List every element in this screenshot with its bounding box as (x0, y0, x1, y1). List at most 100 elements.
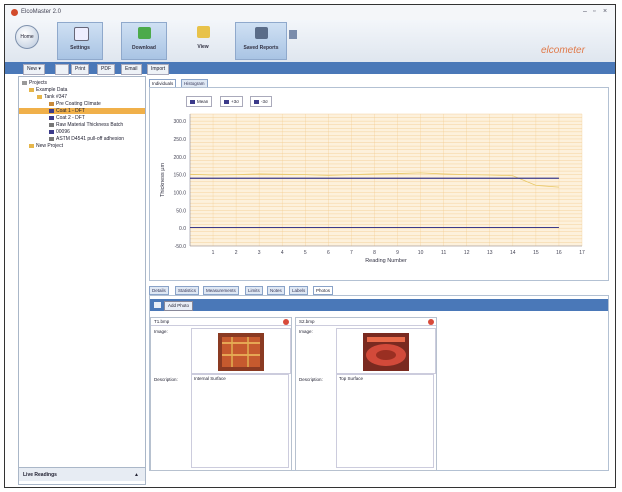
pdf-button[interactable]: PDF (97, 64, 115, 75)
tab-limits[interactable]: Limits (245, 286, 263, 295)
photo-card: S2.bmp Image: Description: Top Surface (295, 317, 437, 471)
settings-label: Settings (70, 45, 90, 51)
photo-toolbar: Add Photo (150, 299, 608, 311)
new-label: New (27, 66, 38, 72)
tab-measurements[interactable]: Measurements (203, 286, 239, 295)
batch-icon (49, 122, 54, 127)
download-label: Download (132, 45, 156, 51)
tree-item-coat1-selected[interactable]: Coat 1 - DFT (19, 108, 145, 114)
print-button[interactable]: Print (71, 64, 90, 75)
photo-filename: T1.bmp (151, 318, 291, 326)
description-field[interactable]: Internal Surface (191, 374, 289, 468)
tree-item-coat2[interactable]: Coat 2 - DFT (49, 115, 85, 121)
tree-item-label: ASTM D4541 pull-off adhesion (56, 136, 125, 142)
batch-icon (49, 108, 54, 113)
photo-image[interactable] (336, 328, 436, 374)
tab-photos[interactable]: Photos (313, 286, 334, 295)
x-tick-label: 5 (304, 250, 307, 256)
extra-icon[interactable] (289, 30, 297, 39)
brand-logo: elcometer (541, 45, 585, 56)
description-field[interactable]: Top Surface (336, 374, 434, 468)
live-readings-bar[interactable]: Live Readings ▲ (19, 467, 145, 481)
batch-icon (49, 115, 54, 120)
x-tick-label: 10 (418, 250, 424, 256)
x-tick-label: 1 (212, 250, 215, 256)
tree-item-new-project[interactable]: New Project (29, 143, 63, 149)
tree-item-00096[interactable]: 00096 (49, 129, 70, 135)
y-tick-label: 0.0 (179, 226, 186, 232)
delete-photo-icon[interactable] (428, 319, 434, 325)
x-tick-label: 12 (464, 250, 470, 256)
x-tick-label: 16 (556, 250, 562, 256)
tank-top-photo (363, 333, 409, 371)
image-label: Image: (299, 329, 313, 334)
email-button[interactable]: Email (121, 64, 142, 75)
y-tick-label: 250.0 (173, 137, 186, 143)
y-tick-label: 100.0 (173, 190, 186, 196)
y-tick-label: 150.0 (173, 173, 186, 179)
add-photo-button[interactable]: Add Photo (164, 301, 194, 311)
view-button[interactable]: View (181, 22, 225, 58)
description-label: Description: (299, 377, 323, 382)
chart-panel: Mean +3σ -3σ 1 2 3 4 5 6 7 8 9 10 11 12 13 14 15 16 17 30… (149, 87, 609, 281)
x-tick-label: 2 (235, 250, 238, 256)
home-button[interactable]: Home (15, 25, 39, 49)
folder-icon (29, 143, 34, 148)
tree-item-label: Coat 1 - DFT (56, 108, 85, 114)
ribbon: Home Settings Download View Saved Report… (5, 20, 615, 63)
open-folder-icon[interactable] (55, 64, 69, 75)
tree-item-pre-coating[interactable]: Pre Coating Climate (49, 101, 101, 107)
x-tick-label: 13 (487, 250, 493, 256)
app-logo-icon (11, 9, 18, 16)
x-tick-label: 9 (396, 250, 399, 256)
chevron-up-icon: ▲ (134, 472, 139, 478)
tree-root[interactable]: Projects (22, 80, 47, 86)
x-axis-label: Reading Number (365, 258, 407, 264)
close-icon[interactable]: × (603, 8, 607, 15)
tree-item-raw-material[interactable]: Raw Material Thickness Batch (49, 122, 123, 128)
new-button[interactable]: New ▾ (23, 64, 45, 75)
collapse-icon (22, 80, 27, 85)
photos-panel: Add Photo T1.bmp Image: Description: Int… (149, 295, 609, 471)
tree-item-tank[interactable]: Tank #347 (37, 94, 67, 100)
tab-statistics[interactable]: Statistics (175, 286, 200, 295)
y-tick-label: 200.0 (173, 155, 186, 161)
description-label: Description: (154, 377, 178, 382)
tree-item-label: Tank #347 (44, 94, 68, 100)
folder-icon (29, 87, 34, 92)
x-tick-label: 15 (533, 250, 539, 256)
download-button[interactable]: Download (121, 22, 167, 60)
tank-interior-photo (218, 333, 264, 371)
saved-reports-icon (255, 27, 268, 39)
tab-notes[interactable]: Notes (267, 286, 285, 295)
app-window: ElcoMaster 2.0 – ▫ × Home Settings Downl… (4, 4, 616, 488)
x-tick-label: 3 (258, 250, 261, 256)
batch-icon (49, 101, 54, 106)
y-tick-label: 50.0 (176, 208, 186, 214)
project-tree-pane: Projects Example Data Tank #347 Pre Coat… (18, 76, 146, 485)
settings-icon (74, 27, 89, 41)
saved-reports-button[interactable]: Saved Reports (235, 22, 287, 60)
view-icon (197, 26, 210, 38)
toolbar: New ▾ Print PDF Email Import (5, 62, 615, 75)
delete-photo-icon[interactable] (283, 319, 289, 325)
tree-item-label: 00096 (56, 129, 70, 135)
tab-details[interactable]: Details (149, 286, 169, 295)
settings-button[interactable]: Settings (57, 22, 103, 60)
saved-reports-label: Saved Reports (243, 45, 279, 51)
view-label: View (197, 44, 209, 50)
y-tick-label: 300.0 (173, 119, 186, 125)
tree-item-astm[interactable]: ASTM D4541 pull-off adhesion (49, 136, 124, 142)
tab-labels[interactable]: Labels (289, 286, 309, 295)
x-tick-label: 6 (327, 250, 330, 256)
photo-image[interactable] (191, 328, 291, 374)
import-button[interactable]: Import (147, 64, 170, 75)
tree-item-example-data[interactable]: Example Data (29, 87, 67, 93)
live-readings-label: Live Readings (23, 472, 57, 478)
add-photo-icon (154, 302, 161, 308)
minimize-icon[interactable]: – (583, 8, 587, 15)
download-icon (138, 27, 151, 39)
x-tick-label: 11 (441, 250, 446, 256)
individuals-chart: 1 2 3 4 5 6 7 8 9 10 11 12 13 14 15 16 17300.0250.0200.0… (160, 113, 585, 264)
maximize-icon[interactable]: ▫ (593, 8, 595, 15)
